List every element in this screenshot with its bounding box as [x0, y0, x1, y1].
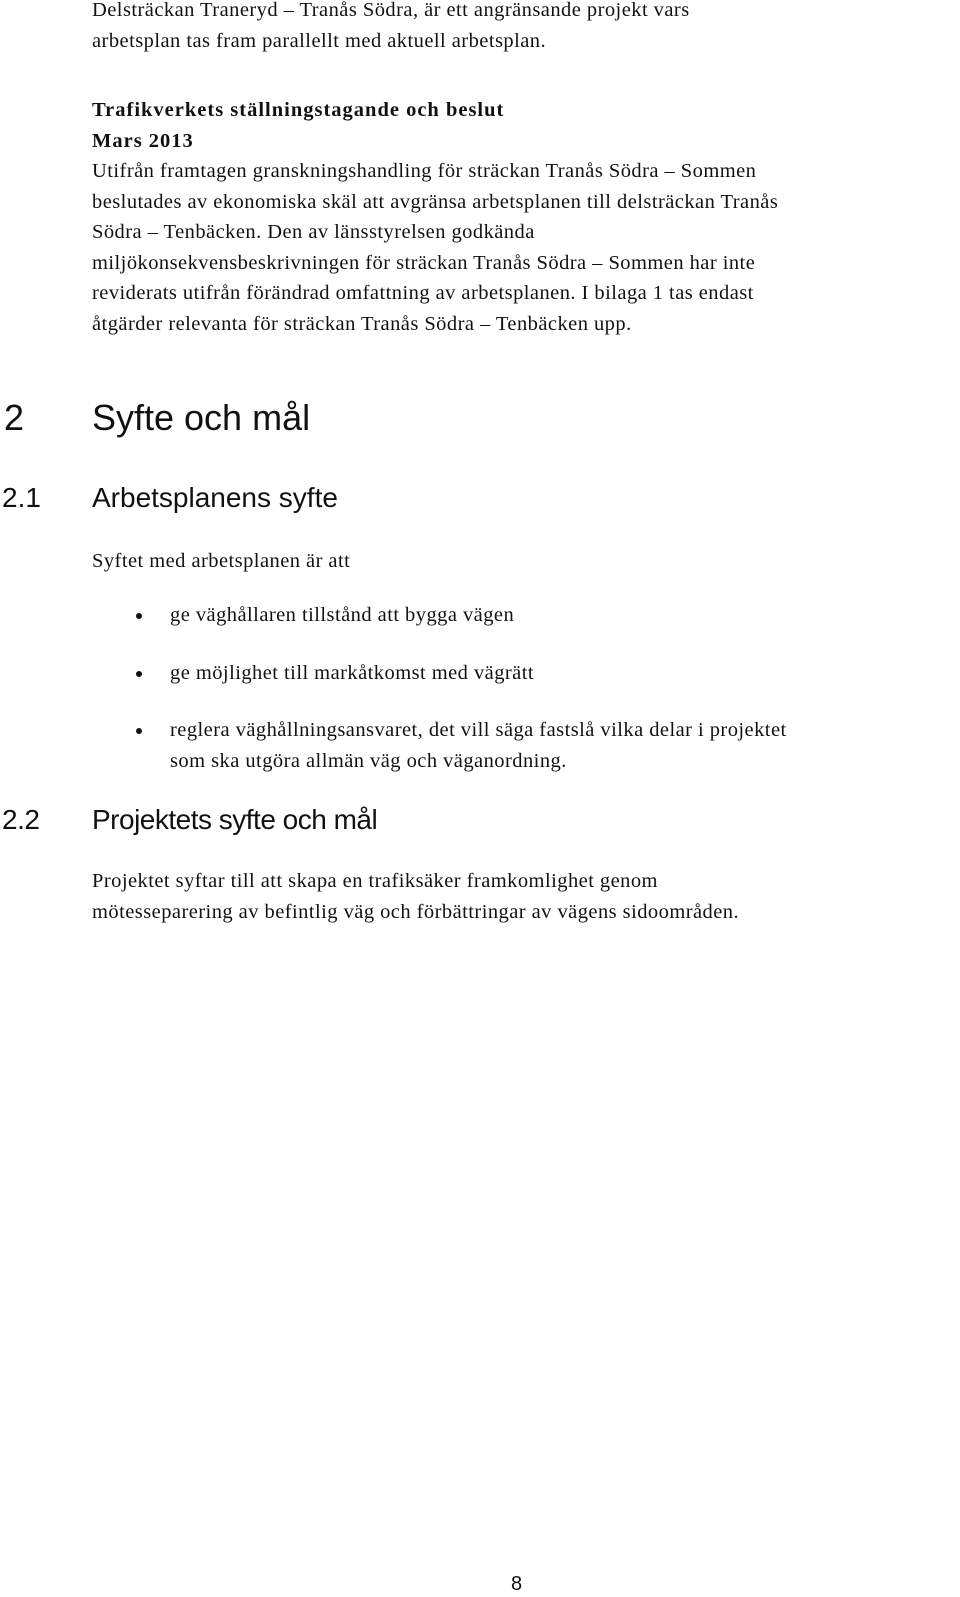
text-line: som ska utgöra allmän väg och väganordni…: [170, 749, 567, 772]
bullet-icon: [136, 613, 142, 619]
text-line: reviderats utifrån förändrad omfattning …: [92, 282, 754, 304]
section-number: 2.1: [2, 482, 41, 513]
text-line: Projektet syftar till att skapa en trafi…: [92, 870, 658, 892]
text-line: mötesseparering av befintlig väg och för…: [92, 900, 740, 923]
bullet-icon: [136, 671, 142, 677]
section-title: Arbetsplanens syfte: [92, 482, 338, 513]
decision-heading: Trafikverkets ställningstagande och besl…: [92, 99, 505, 121]
section-title: Projektets syfte och mål: [92, 804, 378, 835]
section-2-2-paragraph: Projektet syftar till att skapa en trafi…: [92, 866, 739, 927]
text-line: åtgärder relevanta för sträckan Tranås S…: [92, 312, 632, 335]
intro-paragraph: Delsträckan Traneryd – Tranås Södra, är …: [92, 0, 690, 56]
text-line: miljökonsekvensbeskrivningen för sträcka…: [92, 251, 756, 274]
list-item-text: ge väghållaren tillstånd att bygga vägen: [170, 604, 515, 626]
decision-block: Trafikverkets ställningstagande och besl…: [92, 95, 778, 339]
decision-date: Mars 2013: [92, 129, 194, 152]
text-line: Södra – Tenbäcken. Den av länsstyrelsen …: [92, 221, 535, 243]
section-number: 2: [4, 397, 25, 438]
page-number: 8: [511, 1573, 523, 1595]
section-title: Syfte och mål: [92, 397, 311, 438]
section-2-1-intro: Syftet med arbetsplanen är att: [92, 550, 351, 572]
list-item-text: ge möjlighet till markåtkomst med vägrät…: [170, 662, 535, 684]
text-line: arbetsplan tas fram parallellt med aktue…: [92, 29, 547, 52]
list-item-text: reglera väghållningsansvaret, det vill s…: [170, 715, 787, 776]
text-line: reglera väghållningsansvaret, det vill s…: [170, 719, 787, 741]
section-number: 2.2: [2, 804, 40, 835]
text-line: Delsträckan Traneryd – Tranås Södra, är …: [92, 0, 690, 21]
text-line: Utifrån framtagen granskningshandling fö…: [92, 160, 757, 182]
text-line: beslutades av ekonomiska skäl att avgrän…: [92, 190, 779, 213]
bullet-icon: [136, 728, 142, 734]
